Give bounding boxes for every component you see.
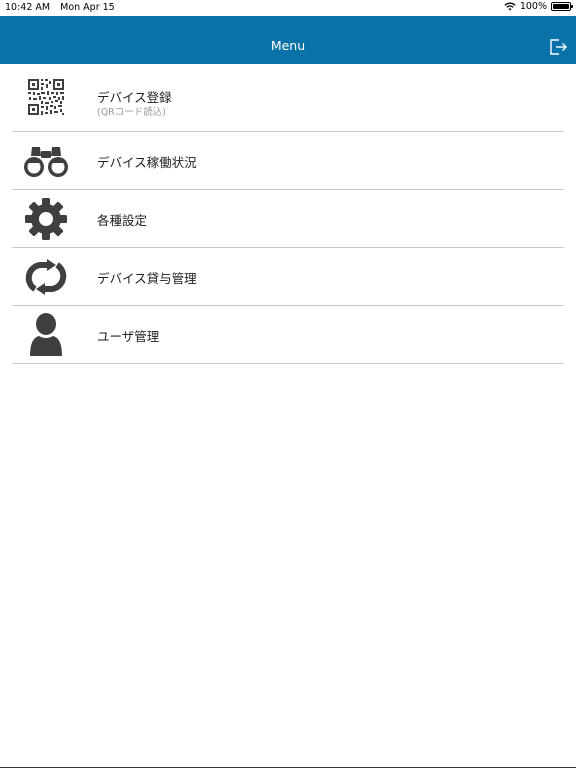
menu-item-label: デバイス稼働状況 [97,155,197,170]
wifi-icon [504,2,516,11]
user-icon [22,312,70,358]
status-date: Mon Apr 15 [60,2,115,13]
menu-item-sublabel: (QRコード読込) [97,107,166,118]
status-bar: 10:42 AM Mon Apr 15 100% [0,0,576,16]
menu-list: デバイス登録 (QRコード読込) デバイス稼働状況 各種設定 デバイス貸与管理 … [12,64,564,364]
menu-item-label: ユーザ管理 [97,329,160,344]
menu-item-device-register[interactable]: デバイス登録 (QRコード読込) [12,64,564,132]
gear-icon [22,196,70,242]
menu-item-user-management[interactable]: ユーザ管理 [12,306,564,364]
menu-item-device-status[interactable]: デバイス稼働状況 [12,132,564,190]
menu-item-settings[interactable]: 各種設定 [12,190,564,248]
status-time: 10:42 AM [5,2,51,13]
qr-code-icon [22,74,70,120]
menu-item-label: デバイス貸与管理 [97,271,197,286]
menu-item-device-lending[interactable]: デバイス貸与管理 [12,248,564,306]
navigation-bar: Menu [0,16,576,64]
status-left: 10:42 AM Mon Apr 15 [5,2,122,13]
status-right: 100% [504,1,573,12]
logout-icon[interactable] [548,37,568,57]
battery-percent: 100% [519,1,547,12]
battery-icon [551,2,573,11]
binoculars-icon [22,138,70,184]
menu-item-label: 各種設定 [97,213,148,228]
refresh-arrows-icon [22,254,70,300]
page-title: Menu [270,38,306,53]
battery-fill [553,4,569,9]
